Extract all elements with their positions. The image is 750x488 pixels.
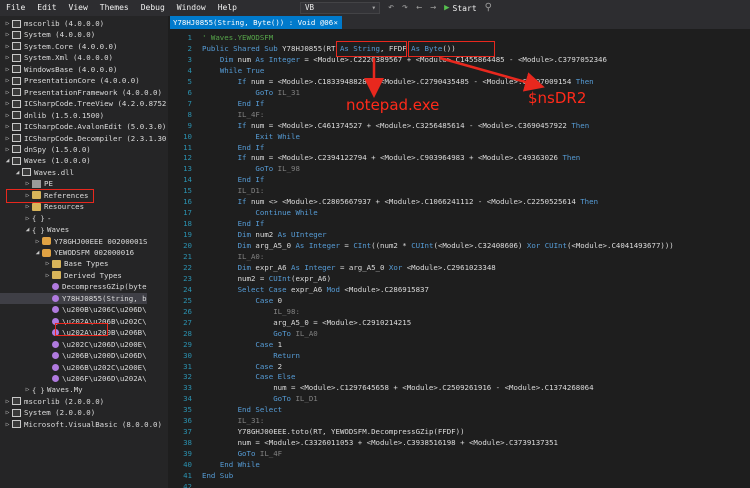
arrow-to-nsdr2 bbox=[439, 56, 545, 92]
annotation-arrows bbox=[364, 56, 545, 98]
